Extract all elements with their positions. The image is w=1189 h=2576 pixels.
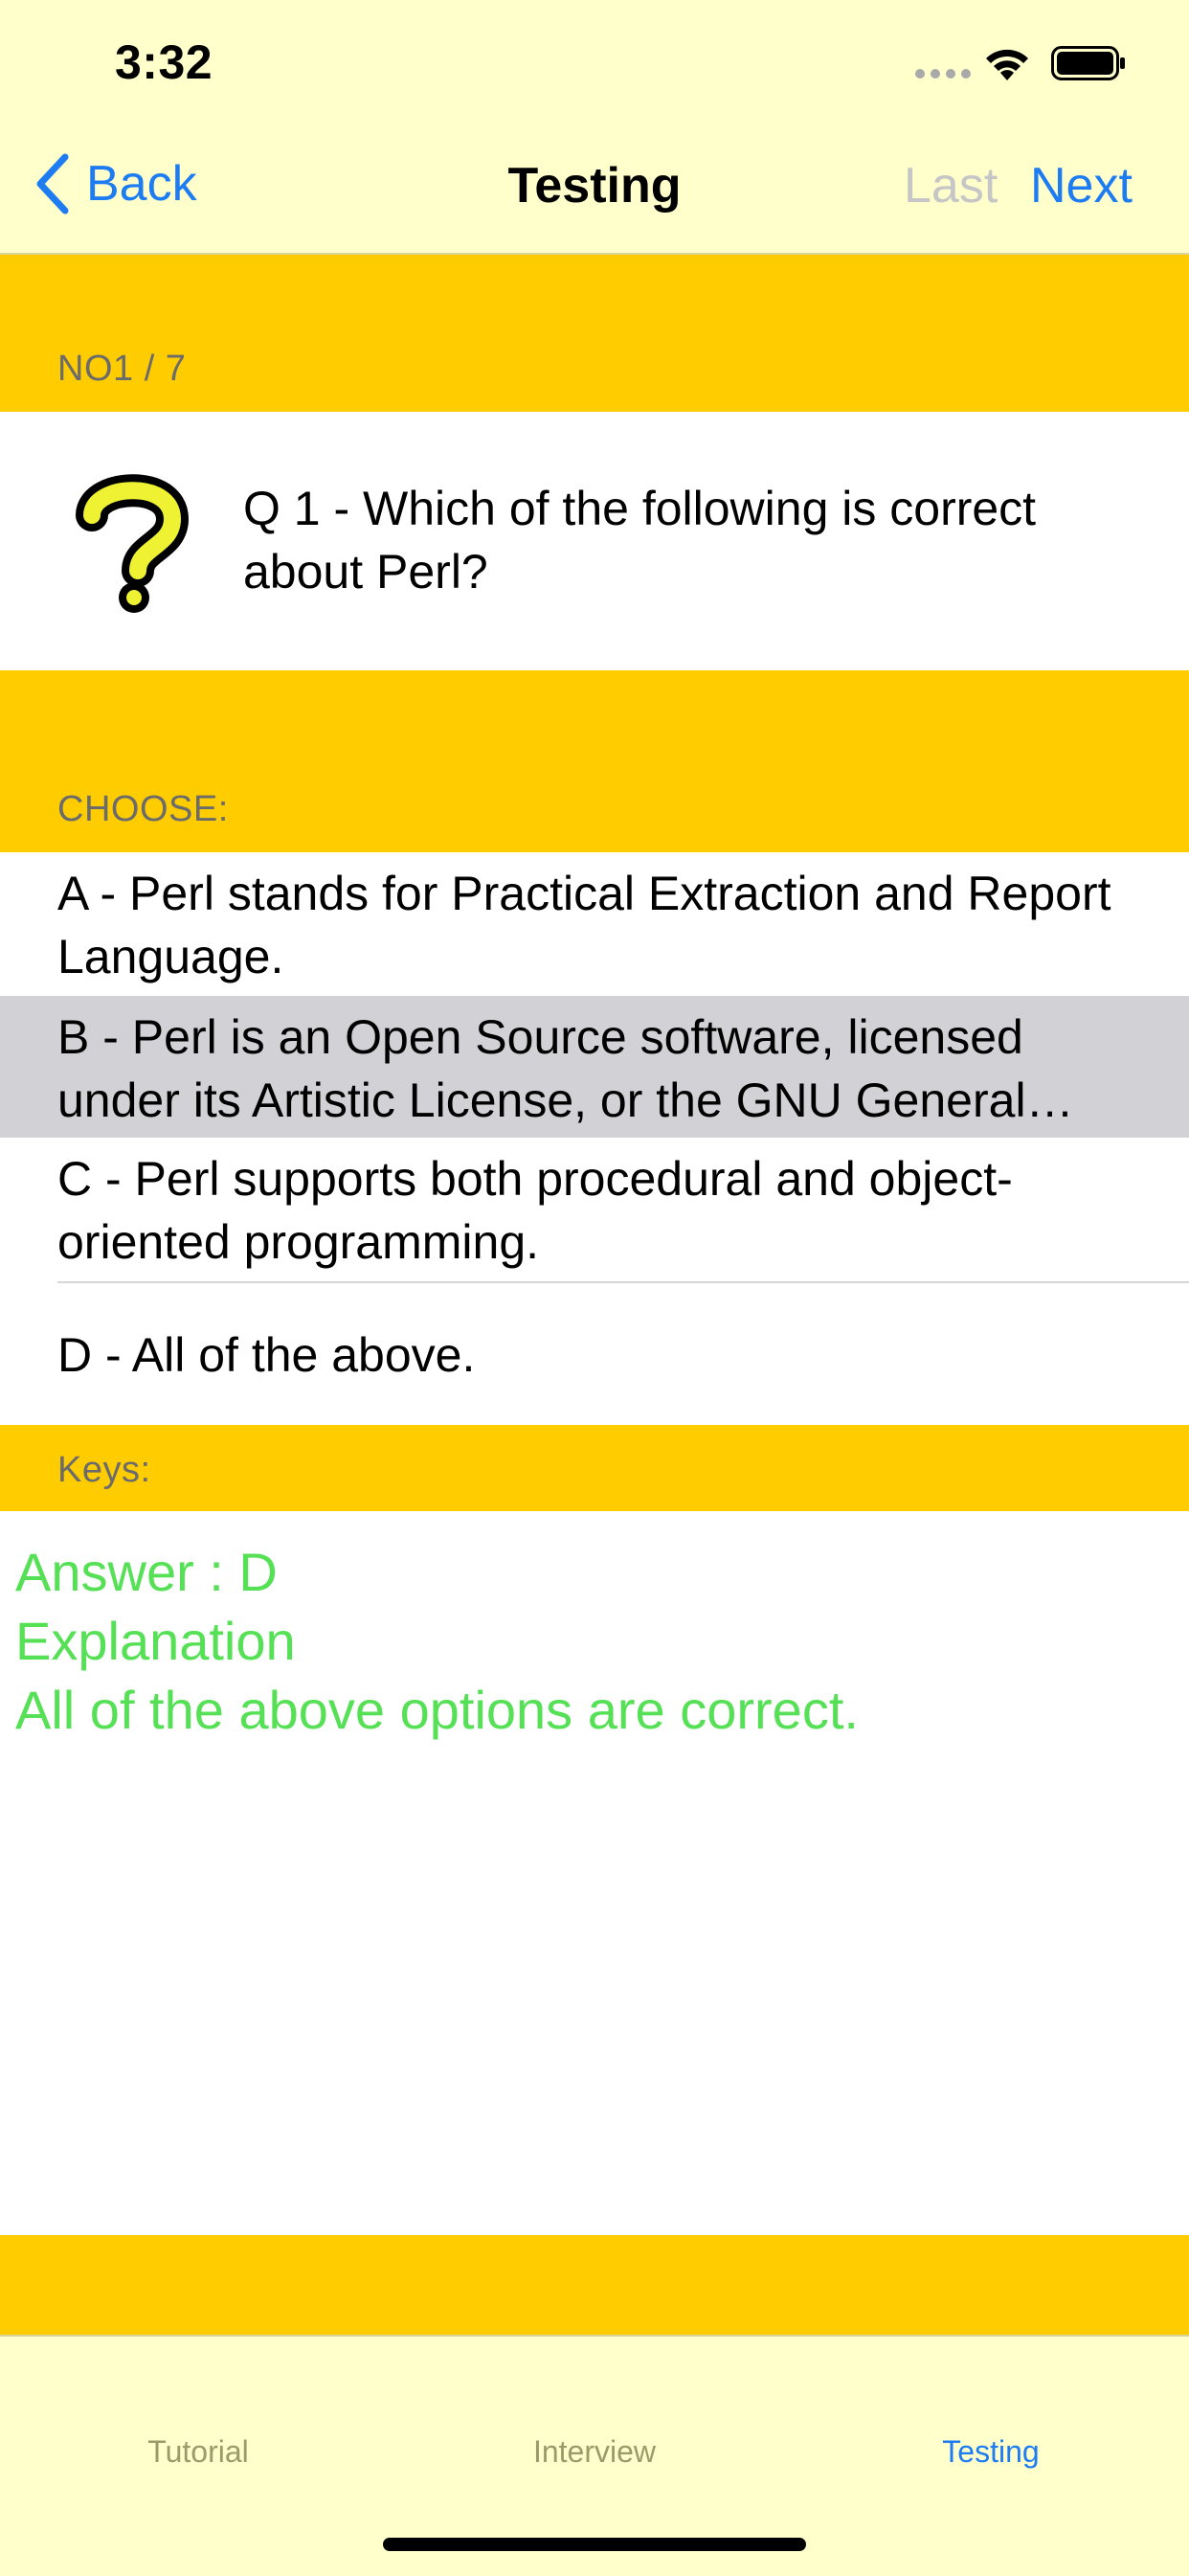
- question-counter: NO1 / 7: [57, 349, 187, 389]
- battery-icon: [1051, 46, 1126, 85]
- choice-a[interactable]: A - Perl stands for Practical Extraction…: [0, 852, 1189, 996]
- keys-header-label: Keys:: [57, 1450, 151, 1490]
- choice-d-text: D - All of the above.: [57, 1328, 476, 1382]
- question-mark-icon: [75, 471, 190, 618]
- explanation-text: All of the above options are correct.: [15, 1680, 859, 1740]
- wifi-icon: [982, 44, 1032, 87]
- explanation-title: Explanation: [15, 1611, 296, 1671]
- next-button[interactable]: Next: [1030, 157, 1133, 215]
- last-button[interactable]: Last: [904, 157, 998, 215]
- cellular-signal-icon: [915, 69, 971, 79]
- choice-c[interactable]: C - Perl supports both procedural and ob…: [0, 1138, 1189, 1281]
- question-text: Q 1 - Which of the following is correct …: [243, 482, 1037, 599]
- page-title: Testing: [507, 158, 682, 214]
- status-time: 3:32: [115, 35, 213, 89]
- choices-header-label: CHOOSE:: [57, 789, 229, 829]
- answer-explanation: Answer : D Explanation All of the above …: [15, 1538, 1164, 1745]
- home-indicator: [383, 2538, 806, 2551]
- answer-line: Answer : D: [15, 1542, 278, 1602]
- choice-d[interactable]: D - All of the above.: [0, 1283, 1189, 1425]
- tab-testing[interactable]: Testing: [793, 2434, 1189, 2470]
- footer-band: [0, 2235, 1189, 2335]
- choice-a-text: A - Perl stands for Practical Extraction…: [57, 867, 1111, 983]
- choice-b[interactable]: B - Perl is an Open Source software, lic…: [0, 996, 1189, 1138]
- choice-b-text: B - Perl is an Open Source software, lic…: [57, 1010, 1026, 1127]
- keys-section-header: [0, 1425, 1189, 1511]
- tab-interview[interactable]: Interview: [396, 2434, 793, 2470]
- tab-tutorial[interactable]: Tutorial: [0, 2434, 396, 2470]
- choice-c-text: C - Perl supports both procedural and ob…: [57, 1152, 1013, 1269]
